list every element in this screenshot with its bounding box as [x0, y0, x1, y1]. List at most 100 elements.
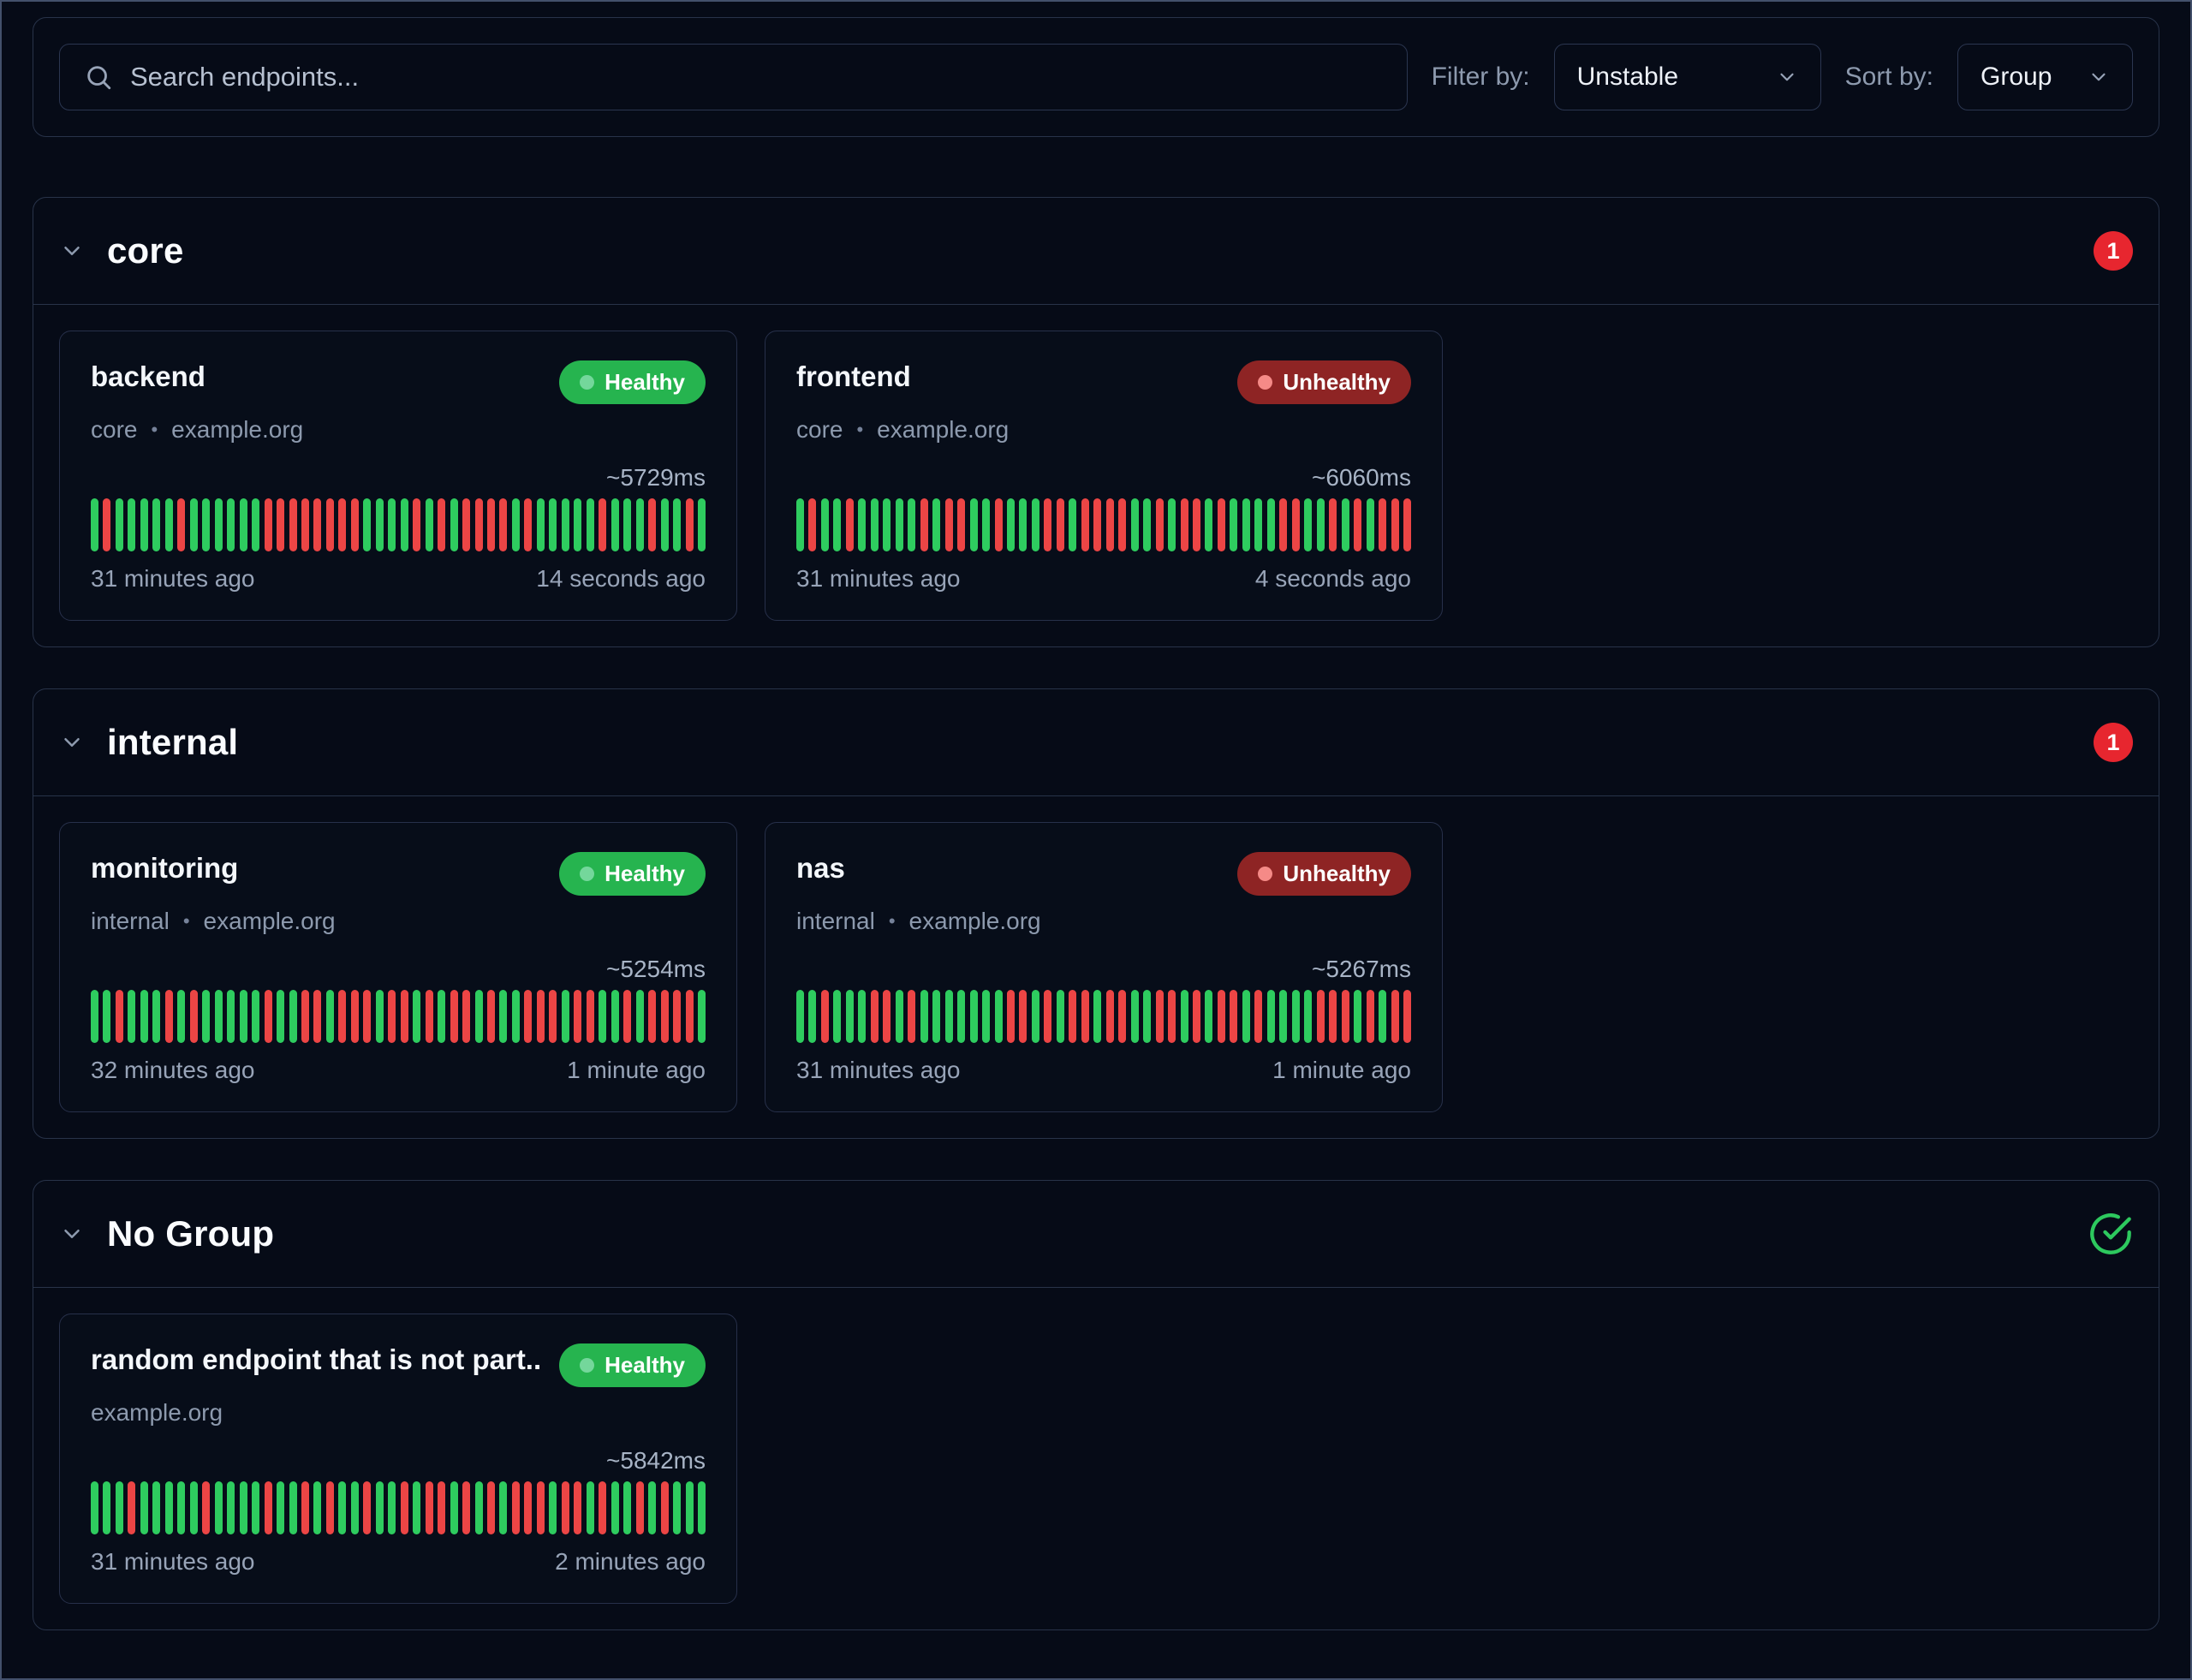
status-bar[interactable] — [301, 990, 309, 1043]
status-bar[interactable] — [140, 1481, 148, 1534]
status-bar[interactable] — [401, 990, 408, 1043]
status-bar[interactable] — [313, 990, 321, 1043]
status-bar[interactable] — [103, 498, 110, 551]
status-bar[interactable] — [1254, 498, 1262, 551]
status-bar[interactable] — [103, 990, 110, 1043]
status-bar[interactable] — [562, 1481, 569, 1534]
status-bar[interactable] — [1379, 498, 1386, 551]
status-bar[interactable] — [177, 498, 185, 551]
status-bar[interactable] — [1032, 498, 1039, 551]
status-bar[interactable] — [661, 1481, 669, 1534]
status-bar[interactable] — [1242, 990, 1250, 1043]
status-bar[interactable] — [1342, 498, 1349, 551]
status-bar[interactable] — [326, 1481, 334, 1534]
status-bar[interactable] — [152, 1481, 160, 1534]
status-bar[interactable] — [1193, 498, 1200, 551]
status-bar[interactable] — [462, 1481, 470, 1534]
status-bar[interactable] — [140, 990, 148, 1043]
status-bar[interactable] — [1218, 498, 1225, 551]
status-bar[interactable] — [1044, 498, 1051, 551]
status-bar[interactable] — [165, 990, 173, 1043]
status-bar[interactable] — [1106, 990, 1114, 1043]
status-bar[interactable] — [623, 990, 631, 1043]
status-bar[interactable] — [301, 498, 309, 551]
status-bar[interactable] — [338, 498, 346, 551]
status-bar[interactable] — [636, 990, 644, 1043]
status-bar[interactable] — [821, 498, 829, 551]
status-bar[interactable] — [1069, 990, 1076, 1043]
status-bar[interactable] — [673, 1481, 681, 1534]
status-bar[interactable] — [265, 990, 272, 1043]
status-bar[interactable] — [537, 1481, 545, 1534]
status-bar[interactable] — [1292, 990, 1300, 1043]
status-bar[interactable] — [1181, 990, 1188, 1043]
status-bar[interactable] — [289, 990, 297, 1043]
status-bar[interactable] — [549, 1481, 557, 1534]
status-bar[interactable] — [438, 990, 445, 1043]
status-bar[interactable] — [215, 1481, 223, 1534]
search-input[interactable] — [130, 62, 1383, 92]
status-bar[interactable] — [549, 990, 557, 1043]
status-bar[interactable] — [475, 1481, 483, 1534]
status-bar[interactable] — [686, 498, 694, 551]
status-bar[interactable] — [611, 1481, 619, 1534]
status-bar[interactable] — [376, 498, 384, 551]
status-bar[interactable] — [165, 1481, 173, 1534]
status-bar[interactable] — [1304, 990, 1312, 1043]
endpoint-card[interactable]: monitoring Healthy internal • example.or… — [59, 822, 737, 1112]
status-bar[interactable] — [1242, 498, 1250, 551]
status-bar[interactable] — [808, 498, 816, 551]
status-bar[interactable] — [821, 990, 829, 1043]
status-bar[interactable] — [91, 1481, 98, 1534]
status-bar[interactable] — [896, 990, 903, 1043]
status-bar[interactable] — [215, 498, 223, 551]
status-bar[interactable] — [623, 498, 631, 551]
status-bar[interactable] — [128, 990, 135, 1043]
status-bar[interactable] — [487, 498, 495, 551]
status-bar[interactable] — [1205, 990, 1212, 1043]
search-box[interactable] — [59, 44, 1408, 110]
endpoint-card[interactable]: nas Unhealthy internal • example.org ~52… — [765, 822, 1443, 1112]
status-bar[interactable] — [1131, 498, 1139, 551]
status-bar[interactable] — [202, 498, 210, 551]
status-bar[interactable] — [227, 1481, 235, 1534]
status-bar[interactable] — [450, 990, 458, 1043]
status-bar[interactable] — [1267, 498, 1275, 551]
status-bar[interactable] — [1057, 498, 1064, 551]
status-bar[interactable] — [698, 1481, 706, 1534]
status-bar[interactable] — [982, 990, 990, 1043]
uptime-bars[interactable] — [91, 498, 706, 551]
status-bar[interactable] — [426, 990, 433, 1043]
status-bar[interactable] — [499, 498, 507, 551]
status-bar[interactable] — [796, 990, 804, 1043]
status-bar[interactable] — [277, 498, 284, 551]
status-bar[interactable] — [91, 990, 98, 1043]
status-bar[interactable] — [648, 1481, 656, 1534]
status-bar[interactable] — [190, 1481, 198, 1534]
status-bar[interactable] — [673, 990, 681, 1043]
status-bar[interactable] — [698, 990, 706, 1043]
status-bar[interactable] — [152, 990, 160, 1043]
status-bar[interactable] — [1044, 990, 1051, 1043]
status-bar[interactable] — [1093, 990, 1101, 1043]
status-bar[interactable] — [846, 498, 854, 551]
status-bar[interactable] — [413, 498, 420, 551]
status-bar[interactable] — [450, 1481, 458, 1534]
status-bar[interactable] — [1329, 498, 1337, 551]
group-header[interactable]: core 1 — [33, 198, 2159, 304]
status-bar[interactable] — [945, 990, 953, 1043]
status-bar[interactable] — [1106, 498, 1114, 551]
status-bar[interactable] — [636, 1481, 644, 1534]
status-bar[interactable] — [277, 990, 284, 1043]
status-bar[interactable] — [932, 990, 940, 1043]
status-bar[interactable] — [1143, 990, 1151, 1043]
status-bar[interactable] — [91, 498, 98, 551]
status-bar[interactable] — [920, 498, 928, 551]
status-bar[interactable] — [1205, 498, 1212, 551]
status-bar[interactable] — [338, 1481, 346, 1534]
status-bar[interactable] — [1254, 990, 1262, 1043]
status-bar[interactable] — [413, 990, 420, 1043]
status-bar[interactable] — [426, 498, 433, 551]
status-bar[interactable] — [202, 1481, 210, 1534]
status-bar[interactable] — [252, 498, 259, 551]
